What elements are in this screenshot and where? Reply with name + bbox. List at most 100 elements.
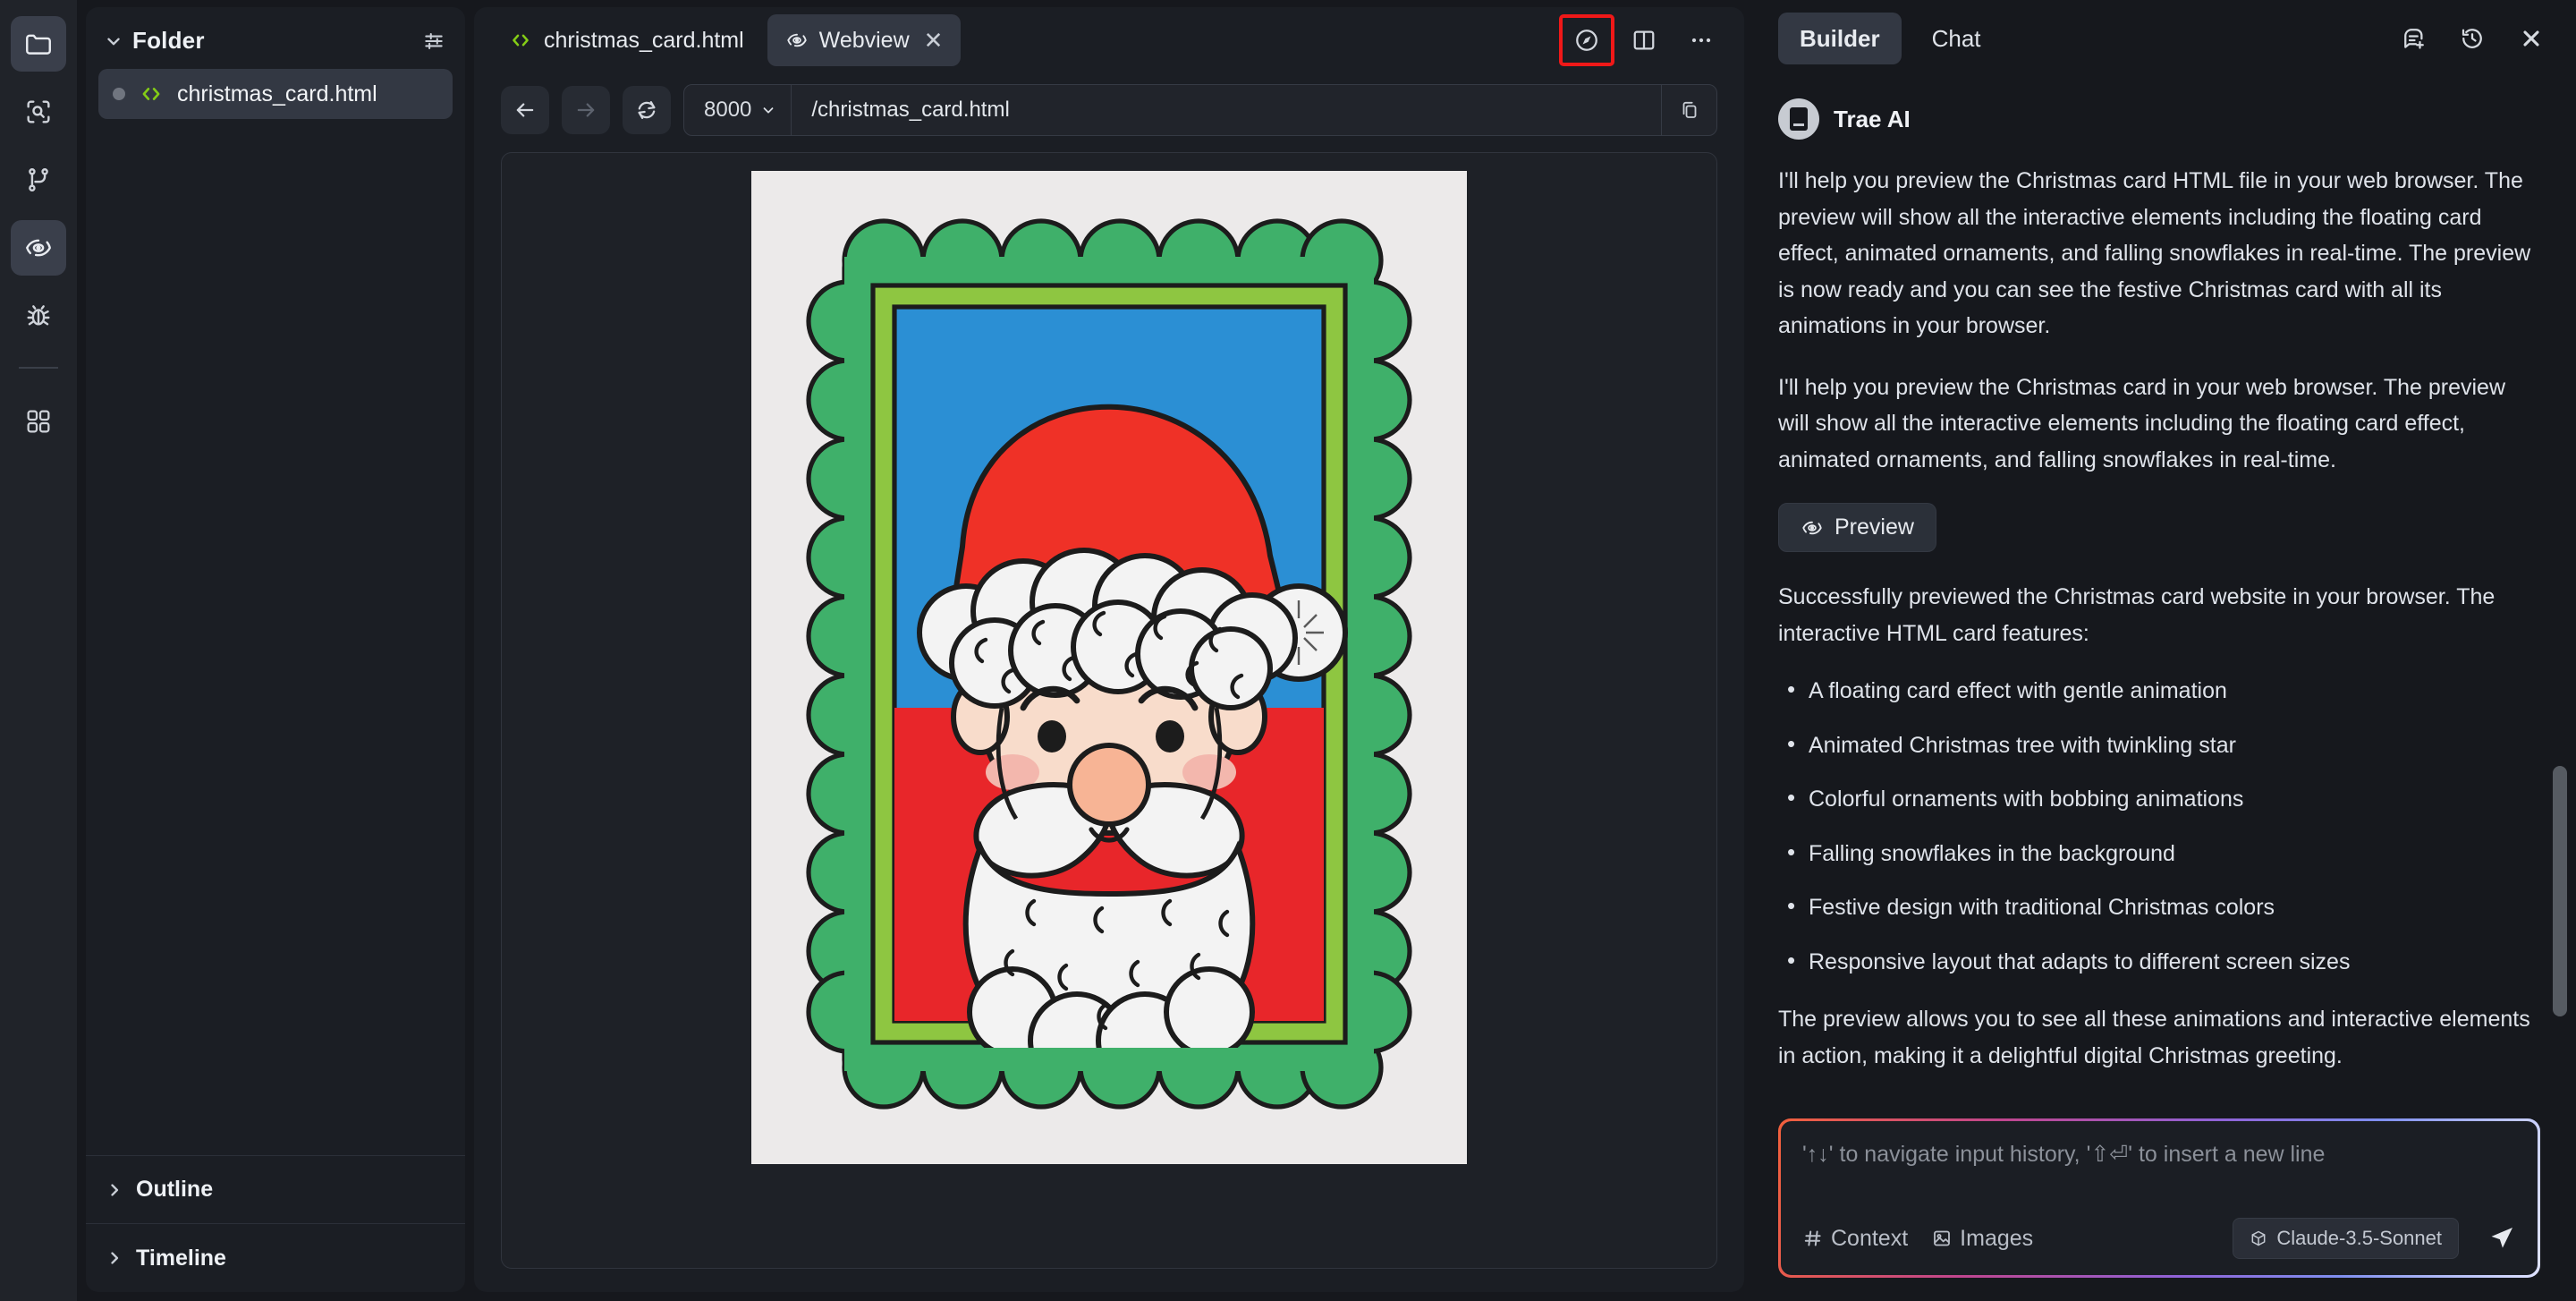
composer-area: '↑↓' to navigate input history, '⇧⏎' to … xyxy=(1753,1108,2576,1301)
split-editor-button[interactable] xyxy=(1619,17,1669,64)
chat-scrollbar-thumb[interactable] xyxy=(2553,766,2567,1016)
section-timeline-label: Timeline xyxy=(136,1245,226,1271)
bug-icon xyxy=(23,301,54,331)
eye-icon xyxy=(785,29,809,52)
code-icon xyxy=(138,81,165,107)
chat-input[interactable]: '↑↓' to navigate input history, '⇧⏎' to … xyxy=(1802,1141,2516,1168)
folder-icon xyxy=(23,29,54,59)
chevron-down-icon xyxy=(760,102,776,118)
editor-toolbar-actions xyxy=(1559,14,1732,66)
explorer-header: Folder xyxy=(86,7,465,69)
eye-icon xyxy=(23,233,54,263)
agent-name: Trae AI xyxy=(1834,105,1911,132)
images-button[interactable]: Images xyxy=(1931,1226,2033,1252)
avatar xyxy=(1778,98,1819,140)
explorer-title: Folder xyxy=(132,27,205,54)
tab-builder[interactable]: Builder xyxy=(1778,13,1902,64)
url-input[interactable]: /christmas_card.html xyxy=(792,98,1661,123)
list-item: Falling snowflakes in the background xyxy=(1778,838,2535,869)
copy-icon xyxy=(1679,99,1700,121)
history-button[interactable] xyxy=(2447,13,2497,64)
explorer-sections: Outline Timeline xyxy=(86,1155,465,1292)
url-field[interactable]: 8000 /christmas_card.html xyxy=(683,84,1717,136)
section-outline-label: Outline xyxy=(136,1177,214,1202)
close-panel-button[interactable] xyxy=(2506,13,2556,64)
activity-item-run-and-debug[interactable] xyxy=(11,288,66,344)
cube-icon xyxy=(2250,1229,2267,1247)
sliders-icon[interactable] xyxy=(422,30,445,53)
editor-tabbar: christmas_card.html Webview ✕ xyxy=(474,7,1744,73)
activity-bar xyxy=(0,0,77,1301)
chat-messages[interactable]: Trae AI I'll help you preview the Christ… xyxy=(1753,77,2576,1108)
list-item: A floating card effect with gentle anima… xyxy=(1778,675,2535,706)
port-selector[interactable]: 8000 xyxy=(684,85,792,135)
images-label: Images xyxy=(1960,1225,2034,1251)
chat-header: Builder Chat xyxy=(1753,0,2576,77)
copy-url-button[interactable] xyxy=(1661,85,1716,135)
file-list: christmas_card.html xyxy=(86,69,465,1155)
santa-drawing xyxy=(751,171,1467,1164)
tab-christmas-card[interactable]: christmas_card.html xyxy=(490,14,762,66)
closing-text: The preview allows you to see all these … xyxy=(1778,1007,2530,1068)
hash-icon xyxy=(1802,1228,1824,1249)
tab-label: christmas_card.html xyxy=(544,27,744,53)
grid-icon xyxy=(24,407,53,436)
feature-list: A floating card effect with gentle anima… xyxy=(1778,675,2535,977)
forward-button[interactable] xyxy=(562,86,610,134)
git-branch-icon xyxy=(23,165,54,195)
more-actions-button[interactable] xyxy=(1676,17,1726,64)
message-1: I'll help you preview the Christmas card… xyxy=(1778,168,2531,338)
tab-webview[interactable]: Webview ✕ xyxy=(767,14,962,66)
context-label: Context xyxy=(1831,1225,1909,1251)
list-item: Responsive layout that adapts to differe… xyxy=(1778,946,2535,977)
tab-chat[interactable]: Chat xyxy=(1911,13,2003,64)
activity-divider xyxy=(19,367,58,369)
list-item: Festive design with traditional Christma… xyxy=(1778,891,2535,923)
compass-icon xyxy=(1573,27,1600,54)
back-button[interactable] xyxy=(501,86,549,134)
new-message-icon xyxy=(2400,25,2427,52)
open-in-browser-button[interactable] xyxy=(1559,14,1614,66)
webview-toolbar: 8000 /christmas_card.html xyxy=(474,73,1744,152)
explorer-sidebar: Folder christmas_card.html Outline Timel… xyxy=(77,0,474,1301)
activity-item-source-control[interactable] xyxy=(11,152,66,208)
close-icon[interactable]: ✕ xyxy=(924,29,944,52)
file-item-christmas-card[interactable]: christmas_card.html xyxy=(98,69,453,119)
list-item: Animated Christmas tree with twinkling s… xyxy=(1778,729,2535,761)
history-clock-icon xyxy=(2459,25,2486,52)
eye-icon xyxy=(1801,516,1824,540)
context-button[interactable]: Context xyxy=(1802,1226,1908,1252)
search-scan-icon xyxy=(23,97,54,127)
composer-toolbar: Context Images Claude-3.5-Sonnet xyxy=(1802,1218,2516,1259)
close-icon xyxy=(2519,26,2544,51)
activity-item-explorer[interactable] xyxy=(11,16,66,72)
chevron-right-icon xyxy=(106,1181,123,1199)
activity-item-webview-preview[interactable] xyxy=(11,220,66,276)
chat-scrollbar[interactable] xyxy=(2553,77,2567,1108)
editor-area: christmas_card.html Webview ✕ 8000 /chri… xyxy=(474,0,1753,1301)
list-item: Colorful ornaments with bobbing animatio… xyxy=(1778,783,2535,814)
chevron-down-icon[interactable] xyxy=(104,31,123,51)
composer-box[interactable]: '↑↓' to navigate input history, '⇧⏎' to … xyxy=(1781,1121,2538,1275)
model-selector[interactable]: Claude-3.5-Sonnet xyxy=(2233,1218,2459,1259)
port-value: 8000 xyxy=(704,98,752,122)
activity-item-extensions[interactable] xyxy=(11,394,66,449)
agent-header: Trae AI xyxy=(1778,98,2535,140)
webview-frame[interactable] xyxy=(501,152,1717,1269)
activity-item-search[interactable] xyxy=(11,84,66,140)
message-2: I'll help you preview the Christmas card… xyxy=(1778,374,2506,472)
preview-button[interactable]: Preview xyxy=(1778,503,1936,552)
reload-button[interactable] xyxy=(623,86,671,134)
modified-dot-icon xyxy=(113,88,125,100)
explorer-panel: Folder christmas_card.html Outline Timel… xyxy=(86,7,465,1292)
section-outline[interactable]: Outline xyxy=(86,1156,465,1224)
send-button[interactable] xyxy=(2482,1224,2516,1253)
tab-label: Webview xyxy=(818,27,910,53)
new-chat-button[interactable] xyxy=(2388,13,2438,64)
ellipsis-icon xyxy=(1688,27,1715,54)
christmas-card-image xyxy=(751,171,1467,1164)
code-icon xyxy=(508,28,533,53)
composer-border: '↑↓' to navigate input history, '⇧⏎' to … xyxy=(1778,1118,2540,1278)
section-timeline[interactable]: Timeline xyxy=(86,1224,465,1292)
chevron-right-icon xyxy=(106,1249,123,1267)
